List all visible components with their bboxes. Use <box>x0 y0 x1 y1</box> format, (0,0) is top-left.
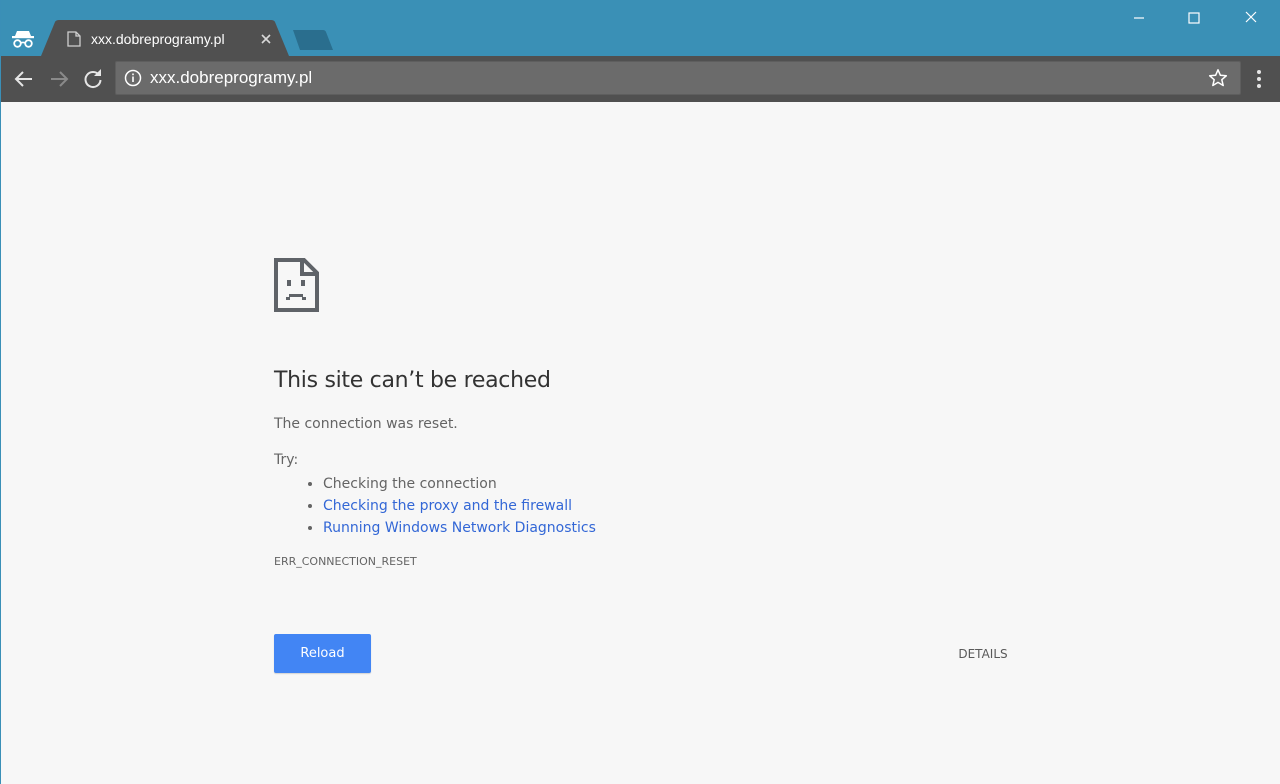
suggestion-link-proxy-firewall[interactable]: Checking the proxy and the firewall <box>323 498 572 514</box>
suggestion-check-connection: Checking the connection <box>323 476 497 492</box>
address-bar[interactable]: xxx.dobreprogramy.pl <box>115 61 1241 95</box>
browser-window: xxx.dobreprogramy.pl xxx.dobreprogramy.p… <box>0 0 1280 784</box>
suggestion-link-network-diagnostics[interactable]: Running Windows Network Diagnostics <box>323 520 596 536</box>
minimize-icon[interactable] <box>1127 8 1151 28</box>
back-arrow-icon[interactable] <box>13 68 35 90</box>
tab-close-icon[interactable] <box>259 32 273 46</box>
new-tab-button[interactable] <box>291 29 335 51</box>
page-icon <box>67 31 81 47</box>
toolbar: xxx.dobreprogramy.pl <box>1 56 1280 102</box>
tab-title: xxx.dobreprogramy.pl <box>91 31 225 47</box>
suggestion-item: Checking the connection <box>323 473 596 495</box>
tab-active[interactable]: xxx.dobreprogramy.pl <box>41 20 289 56</box>
details-button[interactable]: DETAILS <box>945 642 1021 666</box>
suggestion-item: Running Windows Network Diagnostics <box>323 517 596 539</box>
tab-strip: xxx.dobreprogramy.pl <box>1 0 1280 56</box>
reload-icon[interactable] <box>82 68 104 90</box>
error-code: ERR_CONNECTION_RESET <box>274 555 417 568</box>
address-bar-url: xxx.dobreprogramy.pl <box>150 68 313 87</box>
three-dot-menu-icon[interactable] <box>1251 68 1267 90</box>
error-message: The connection was reset. <box>274 416 458 432</box>
forward-arrow-icon[interactable] <box>48 68 70 90</box>
error-page: This site can’t be reached The connectio… <box>1 102 1280 784</box>
close-icon[interactable] <box>1239 8 1263 28</box>
suggestion-list: Checking the connection Checking the pro… <box>303 473 596 539</box>
star-icon[interactable] <box>1208 68 1228 88</box>
incognito-icon <box>12 31 34 48</box>
reload-button[interactable]: Reload <box>274 634 371 673</box>
suggestion-item: Checking the proxy and the firewall <box>323 495 596 517</box>
try-label: Try: <box>274 452 299 468</box>
maximize-icon[interactable] <box>1182 8 1206 28</box>
info-icon[interactable] <box>124 69 142 87</box>
page-title: This site can’t be reached <box>274 368 551 393</box>
sad-page-icon <box>274 258 319 312</box>
